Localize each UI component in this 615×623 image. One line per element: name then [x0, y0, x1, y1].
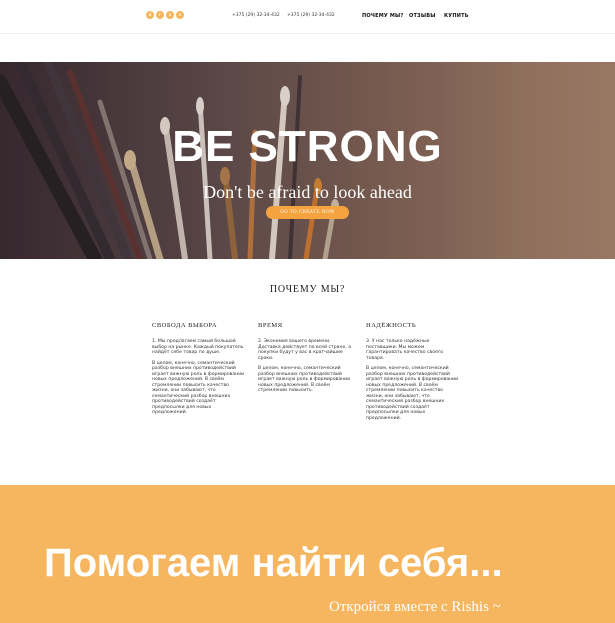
logo-letter: a [146, 11, 154, 19]
feature-heading: ВРЕМЯ [258, 322, 283, 329]
logo[interactable]: a r s s [146, 11, 184, 19]
hero-title: BE STRONG [172, 122, 443, 171]
feature-text: 3. У нас только надёжные поставщики. Мы … [366, 339, 444, 361]
nav-link-buy[interactable]: КУПИТЬ [444, 13, 469, 19]
banner-subtitle: Откройся вместе с Rishis ~ [329, 599, 501, 615]
feature-heading: НАДЁЖНОСТЬ [366, 322, 417, 329]
feature-column-reliability: НАДЁЖНОСТЬ 3. У нас только надёжные пост… [366, 322, 461, 426]
site-header: a r s s +375 (29) 32-34-432 +375 (29) 32… [0, 0, 615, 34]
phone-link[interactable]: +375 (29) 32-34-432 [232, 13, 280, 18]
feature-text: В целом, конечно, семантический разбор в… [152, 360, 245, 416]
feature-text: В целом, конечно, семантический разбор в… [366, 366, 459, 421]
feature-text: В целом, конечно, семантический разбор в… [258, 366, 351, 393]
feature-text: 1. Мы предлагаем самый большой выбор на … [152, 339, 244, 355]
logo-letter: s [166, 11, 174, 19]
nav-link-why-us[interactable]: ПОЧЕМУ МЫ? [362, 13, 404, 19]
banner-title: Помогаем найти себя... [44, 541, 503, 585]
create-now-button[interactable]: GO TO CREATE NOW [266, 206, 349, 219]
nav-link-reviews[interactable]: ОТЗЫВЫ [409, 13, 436, 19]
feature-text: 2. Экономия вашего времени. Доставка дей… [258, 339, 352, 361]
logo-letter: s [176, 11, 184, 19]
why-us-heading: ПОЧЕМУ МЫ? [269, 284, 346, 295]
promo-banner: Помогаем найти себя... Откройся вместе с… [0, 485, 615, 623]
hero-banner: BE STRONG Don't be afraid to look ahead … [0, 62, 615, 259]
feature-column-time: ВРЕМЯ 2. Экономия вашего времени. Достав… [258, 322, 353, 399]
hero-subtitle: Don't be afraid to look ahead [203, 182, 412, 202]
feature-heading: СВОБОДА ВЫБОРА [152, 322, 218, 329]
logo-letter: r [156, 11, 164, 19]
phone-link[interactable]: +375 (29) 32-34-432 [287, 13, 335, 18]
feature-column-choice: СВОБОДА ВЫБОРА 1. Мы предлагаем самый бо… [152, 322, 247, 421]
